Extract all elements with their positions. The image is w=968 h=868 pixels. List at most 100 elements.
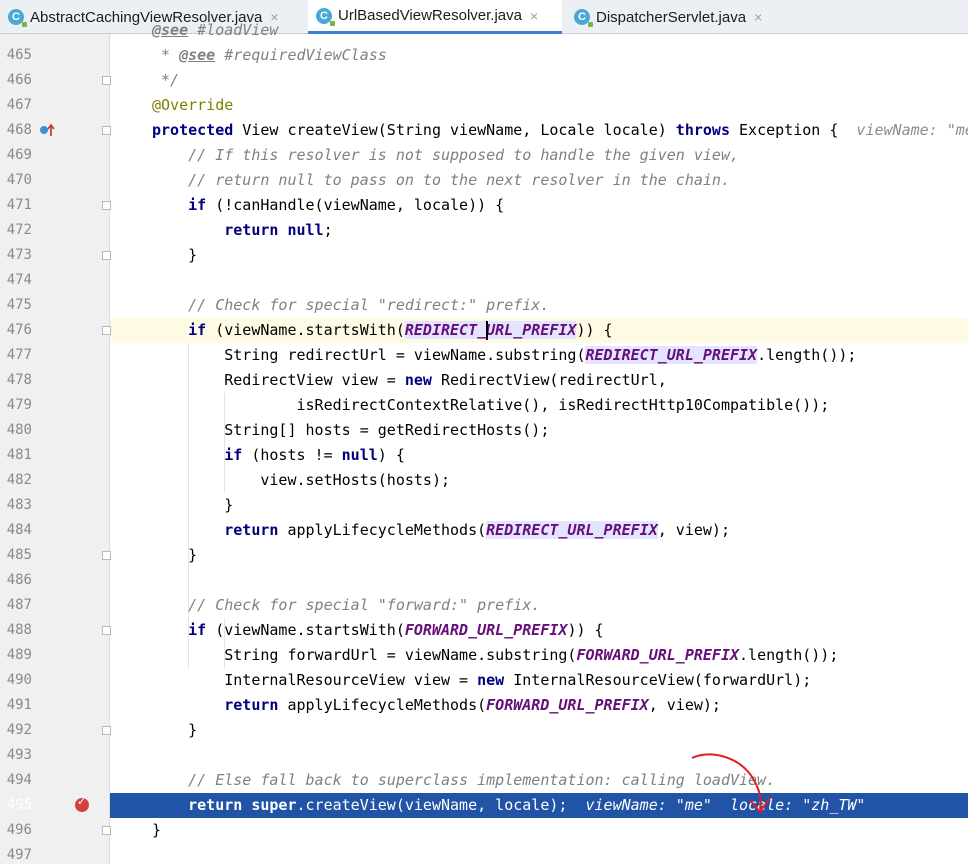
code-text: * @see #requiredViewClass [152, 46, 387, 64]
code-text: } [152, 821, 162, 839]
code-line[interactable]: 497 [0, 843, 968, 868]
fold-marker-icon[interactable] [102, 201, 111, 210]
code-text: InternalResourceView view = new Internal… [152, 671, 812, 689]
code-text: if (!canHandle(viewName, locale)) { [188, 196, 505, 214]
code-text: RedirectView view = new RedirectView(red… [152, 371, 667, 389]
code-line[interactable]: 475 // Check for special "redirect:" pre… [0, 293, 968, 318]
code-text: } [152, 546, 198, 564]
code-line[interactable]: 490 InternalResourceView view = new Inte… [0, 668, 968, 693]
line-number: 488 [6, 622, 32, 638]
line-number: 494 [6, 772, 32, 788]
breakpoint-icon[interactable] [75, 795, 89, 812]
code-line[interactable]: 470 // return null to pass on to the nex… [0, 168, 968, 193]
code-line[interactable]: 466 */ [0, 68, 968, 93]
line-number: 489 [6, 647, 32, 663]
code-text: // Else fall back to superclass implemen… [152, 771, 776, 789]
annotation-arrow-icon [691, 753, 771, 814]
fold-marker-icon[interactable] [102, 726, 111, 735]
code-line[interactable]: 471 if (!canHandle(viewName, locale)) { [0, 193, 968, 218]
line-number: 483 [6, 497, 32, 513]
code-line[interactable]: 478 RedirectView view = new RedirectView… [0, 368, 968, 393]
inline-debug-value: viewName: "me [838, 121, 968, 139]
code-line[interactable]: 483 } [0, 493, 968, 518]
code-line[interactable]: 469 // If this resolver is not supposed … [0, 143, 968, 168]
line-number: 469 [6, 147, 32, 163]
code-text: String[] hosts = getRedirectHosts(); [152, 421, 550, 439]
line-number: 481 [6, 447, 32, 463]
line-number: 479 [6, 397, 32, 413]
code-line[interactable]: 485 } [0, 543, 968, 568]
code-text: String forwardUrl = viewName.substring(F… [152, 646, 839, 664]
code-line[interactable]: 472 return null; [0, 218, 968, 243]
code-text: if (viewName.startsWith(REDIRECT_URL_PRE… [188, 321, 613, 339]
code-line[interactable]: 489 String forwardUrl = viewName.substri… [0, 643, 968, 668]
fold-marker-icon[interactable] [102, 626, 111, 635]
code-line[interactable]: 467 @Override [0, 93, 968, 118]
code-text: } [152, 721, 198, 739]
text-caret [486, 321, 488, 340]
line-number: 486 [6, 572, 32, 588]
line-number: 466 [6, 72, 32, 88]
code-text: if (hosts != null) { [224, 446, 405, 464]
code-editor[interactable]: @see #loadView 465 * @see #requiredViewCl… [0, 21, 968, 864]
fold-marker-icon[interactable] [102, 251, 111, 260]
line-number: 484 [6, 522, 32, 538]
code-line[interactable]: 484 return applyLifecycleMethods(REDIREC… [0, 518, 968, 543]
line-number: 473 [6, 247, 32, 263]
fold-marker-icon[interactable] [102, 76, 111, 85]
code-line[interactable]: 474 [0, 268, 968, 293]
code-line[interactable]: 487 // Check for special "forward:" pref… [0, 593, 968, 618]
code-line[interactable]: 493 [0, 743, 968, 768]
code-line[interactable]: 479 isRedirectContextRelative(), isRedir… [0, 393, 968, 418]
line-number: 474 [6, 272, 32, 288]
line-number: 475 [6, 297, 32, 313]
code-text: if (viewName.startsWith(FORWARD_URL_PREF… [188, 621, 604, 639]
code-text: } [152, 496, 234, 514]
code-line[interactable]: 492 } [0, 718, 968, 743]
line-number: 478 [6, 372, 32, 388]
code-text: return null; [224, 221, 333, 239]
line-number: 471 [6, 197, 32, 213]
code-line[interactable]: 486 [0, 568, 968, 593]
line-number: 495 [6, 797, 32, 813]
line-number: 470 [6, 172, 32, 188]
line-number: 491 [6, 697, 32, 713]
line-number: 492 [6, 722, 32, 738]
code-text: isRedirectContextRelative(), isRedirectH… [152, 396, 830, 414]
code-line-partial: @see #loadView [152, 21, 279, 39]
line-number: 490 [6, 672, 32, 688]
code-line[interactable]: 468 protected View createView(String view… [0, 118, 968, 143]
line-number: 465 [6, 47, 32, 63]
code-line[interactable]: 491 return applyLifecycleMethods(FORWARD… [0, 693, 968, 718]
code-text: String redirectUrl = viewName.substring(… [152, 346, 857, 364]
code-line[interactable]: 482 view.setHosts(hosts); [0, 468, 968, 493]
code-line[interactable]: 477 String redirectUrl = viewName.substr… [0, 343, 968, 368]
code-line[interactable]: 465 * @see #requiredViewClass [0, 43, 968, 68]
code-line[interactable]: 496} [0, 818, 968, 843]
code-line[interactable]: 488 if (viewName.startsWith(FORWARD_URL_… [0, 618, 968, 643]
line-number: 468 [6, 122, 32, 138]
code-line[interactable]: 494 // Else fall back to superclass impl… [0, 768, 968, 793]
code-line[interactable]: 481 if (hosts != null) { [0, 443, 968, 468]
code-text: return applyLifecycleMethods(REDIRECT_UR… [224, 521, 730, 539]
fold-marker-icon[interactable] [102, 126, 111, 135]
code-text: // If this resolver is not supposed to h… [152, 146, 739, 164]
fold-marker-icon[interactable] [102, 551, 111, 560]
line-number: 472 [6, 222, 32, 238]
code-text: view.setHosts(hosts); [152, 471, 451, 489]
code-text: } [152, 246, 198, 264]
code-line[interactable]: 473 } [0, 243, 968, 268]
fold-marker-icon[interactable] [102, 326, 111, 335]
code-text: // Check for special "redirect:" prefix. [152, 296, 550, 314]
override-method-icon[interactable] [38, 122, 58, 138]
code-text: */ [152, 71, 180, 89]
code-text: // return null to pass on to the next re… [152, 171, 730, 189]
code-line[interactable]: 476 if (viewName.startsWith(REDIRECT_URL… [7, 318, 968, 343]
fold-marker-icon[interactable] [102, 826, 111, 835]
line-number: 477 [6, 347, 32, 363]
line-number: 496 [6, 822, 32, 838]
line-number: 487 [6, 597, 32, 613]
code-line[interactable]: 480 String[] hosts = getRedirectHosts(); [0, 418, 968, 443]
code-line[interactable]: 495 return super.createView(viewName, lo… [7, 793, 968, 818]
